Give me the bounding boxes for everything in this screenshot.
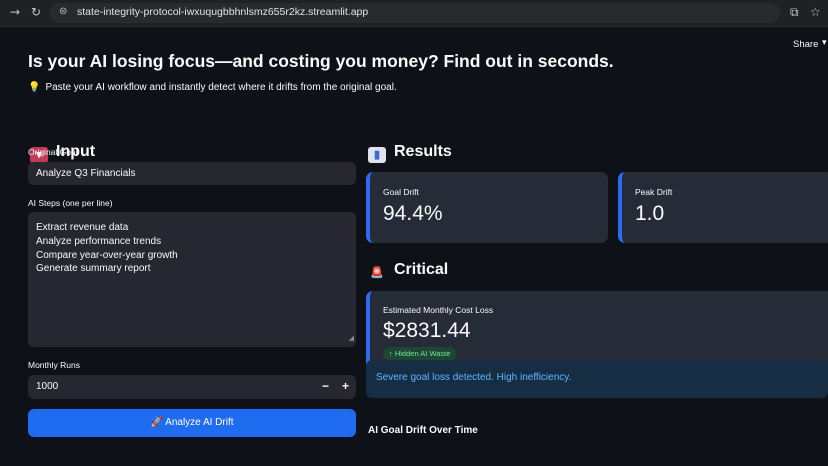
chart-heading: AI Goal Drift Over Time (368, 425, 478, 436)
goal-label: Original Goal (28, 147, 78, 157)
critical-heading: 🚨 Critical (368, 261, 448, 281)
siren-icon: 🚨 (370, 267, 384, 279)
browser-toolbar: → ↻ ⊜ state-integrity-protocol-iwxuqugbb… (0, 0, 828, 27)
goal-input[interactable]: Analyze Q3 Financials (28, 162, 356, 185)
bookmark-star-icon[interactable]: ☆ (810, 5, 821, 19)
cost-label: Estimated Monthly Cost Loss (383, 305, 494, 315)
install-app-icon[interactable]: ⧉ (790, 5, 799, 20)
analyze-button[interactable]: 🚀 Analyze AI Drift (28, 409, 356, 437)
peak-drift-value: 1.0 (635, 202, 665, 225)
subtitle-text: Paste your AI workflow and instantly det… (45, 82, 397, 93)
goal-drift-value: 94.4% (383, 202, 443, 225)
bar-chart-icon: ▮ (368, 147, 386, 163)
runs-stepper[interactable]: 1000 − + (28, 375, 356, 399)
cost-value: $2831.44 (383, 319, 471, 342)
cost-delta-badge: ↑ Hidden AI Waste (383, 347, 457, 361)
rocket-icon: 🚀 (150, 417, 163, 428)
results-heading: ▮ Results (368, 143, 452, 163)
chevron-down-icon[interactable]: ▾ (822, 38, 827, 48)
url-text: state-integrity-protocol-iwxuqugbbhnlsmz… (77, 6, 369, 18)
steps-textarea[interactable]: Extract revenue data Analyze performance… (28, 212, 356, 347)
runs-label: Monthly Runs (28, 360, 80, 370)
cost-loss-card: Estimated Monthly Cost Loss $2831.44 ↑ H… (366, 291, 828, 371)
resize-grip-icon[interactable]: ◢ (349, 332, 354, 346)
analyze-button-label: Analyze AI Drift (165, 417, 234, 428)
critical-heading-text: Critical (394, 261, 449, 278)
peak-drift-label: Peak Drift (635, 187, 673, 197)
delta-label: Hidden AI Waste (394, 349, 451, 358)
back-arrow-icon[interactable]: → (10, 5, 20, 19)
goal-drift-card: Goal Drift 94.4% (366, 172, 608, 243)
decrement-button[interactable]: − (322, 379, 329, 393)
site-info-icon[interactable]: ⊜ (59, 6, 67, 17)
arrow-up-icon: ↑ (389, 349, 393, 358)
alert-box: Severe goal loss detected. High ineffici… (366, 360, 828, 398)
runs-value: 1000 (36, 381, 59, 392)
increment-button[interactable]: + (342, 379, 349, 393)
page-subtitle: 💡 Paste your AI workflow and instantly de… (28, 82, 397, 93)
address-bar[interactable]: ⊜ state-integrity-protocol-iwxuqugbbhnls… (50, 3, 780, 23)
goal-drift-label: Goal Drift (383, 187, 419, 197)
steps-text: Extract revenue data Analyze performance… (36, 222, 178, 275)
results-heading-text: Results (394, 143, 452, 160)
lightbulb-icon: 💡 (28, 82, 41, 93)
reload-icon[interactable]: ↻ (31, 5, 41, 19)
page-title: Is your AI losing focus—and costing you … (28, 51, 614, 71)
steps-label: AI Steps (one per line) (28, 198, 113, 208)
peak-drift-card: Peak Drift 1.0 (618, 172, 828, 243)
share-button[interactable]: Share (793, 39, 818, 50)
